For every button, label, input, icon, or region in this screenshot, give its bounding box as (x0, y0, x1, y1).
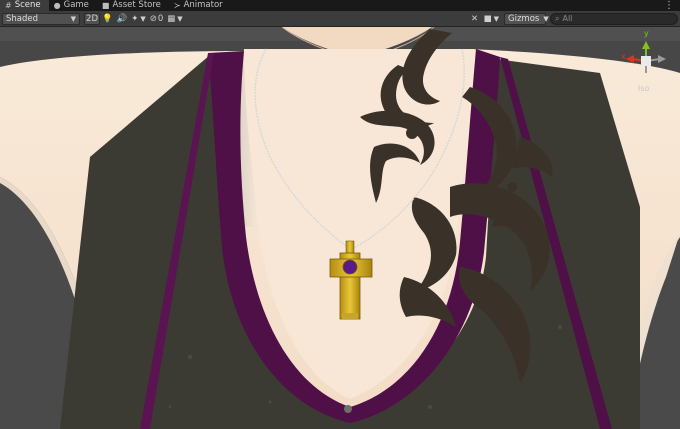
lightbulb-icon: 💡 (102, 13, 113, 24)
tab-asset-store[interactable]: ■ Asset Store (97, 0, 169, 11)
hidden-objects-toggle[interactable]: ⊘ 0 (148, 13, 166, 25)
panel-menu-button[interactable]: ⋮ (658, 0, 680, 11)
audio-toggle-button[interactable]: 🔊 (115, 13, 130, 25)
gizmos-label: Gizmos (508, 13, 540, 24)
chevron-down-icon: ▼ (177, 14, 183, 23)
animator-icon: ≻ (173, 1, 181, 10)
speaker-icon: 🔊 (116, 13, 128, 24)
scene-viewport[interactable]: y x Iso (0, 27, 680, 429)
vertical-dots-icon: ⋮ (664, 0, 674, 11)
gizmo-projection-label[interactable]: Iso (638, 84, 649, 93)
scene-grid-icon: # (5, 1, 12, 10)
tools-button[interactable]: ✕ (468, 13, 482, 25)
mode-2d-button[interactable]: 2D (84, 12, 100, 25)
scene-search-field[interactable]: ⌕ All (550, 12, 678, 25)
tab-animator-label: Animator (183, 0, 223, 10)
tab-game-label: Game (63, 0, 89, 10)
hidden-count: 0 (157, 13, 164, 24)
search-icon: ⌕ (555, 13, 560, 23)
effects-icon: ✦ (131, 13, 139, 24)
shopping-bag-icon: ■ (101, 1, 110, 10)
gamepad-icon: ● (53, 1, 61, 10)
chevron-down-icon: ▼ (493, 14, 499, 23)
tab-animator[interactable]: ≻ Animator (169, 0, 231, 11)
tab-scene-label: Scene (14, 0, 41, 10)
chevron-down-icon: ▼ (140, 14, 146, 23)
chevron-down-icon: ▼ (543, 14, 549, 23)
draw-mode-dropdown[interactable]: Shaded ▼ (2, 12, 80, 25)
mode-2d-label: 2D (86, 13, 98, 24)
tab-scene[interactable]: # Scene (0, 0, 49, 11)
scene-render (0, 27, 680, 429)
crossed-tools-icon: ✕ (471, 13, 479, 24)
tab-game[interactable]: ● Game (49, 0, 97, 11)
camera-icon: ■ (483, 13, 492, 24)
camera-settings-button[interactable]: ■ ▼ (482, 13, 501, 25)
grid-icon: ▦ (167, 13, 176, 24)
tab-asset-store-label: Asset Store (112, 0, 161, 10)
gizmo-axis-x-label: x (621, 52, 626, 61)
editor-tab-bar: # Scene ● Game ■ Asset Store ≻ Animator … (0, 0, 680, 11)
eye-slash-icon: ⊘ (149, 13, 157, 24)
grid-snap-button[interactable]: ▦ ▼ (165, 13, 184, 25)
toolbar-right-group: ✕ ■ ▼ Gizmos ▼ ⌕ All (468, 12, 680, 25)
effects-dropdown-button[interactable]: ✦ ▼ (129, 13, 148, 25)
scene-toolbar: Shaded ▼ 2D 💡 🔊 ✦ ▼ ⊘ 0 ▦ ▼ ✕ ■ ▼ Gizmos… (0, 11, 680, 27)
chevron-down-icon: ▼ (70, 14, 76, 23)
search-placeholder: All (562, 14, 573, 23)
gizmos-dropdown[interactable]: Gizmos ▼ (504, 12, 549, 25)
draw-mode-value: Shaded (6, 13, 39, 24)
gizmo-axis-y-label: y (644, 29, 649, 38)
lighting-toggle-button[interactable]: 💡 (100, 13, 115, 25)
